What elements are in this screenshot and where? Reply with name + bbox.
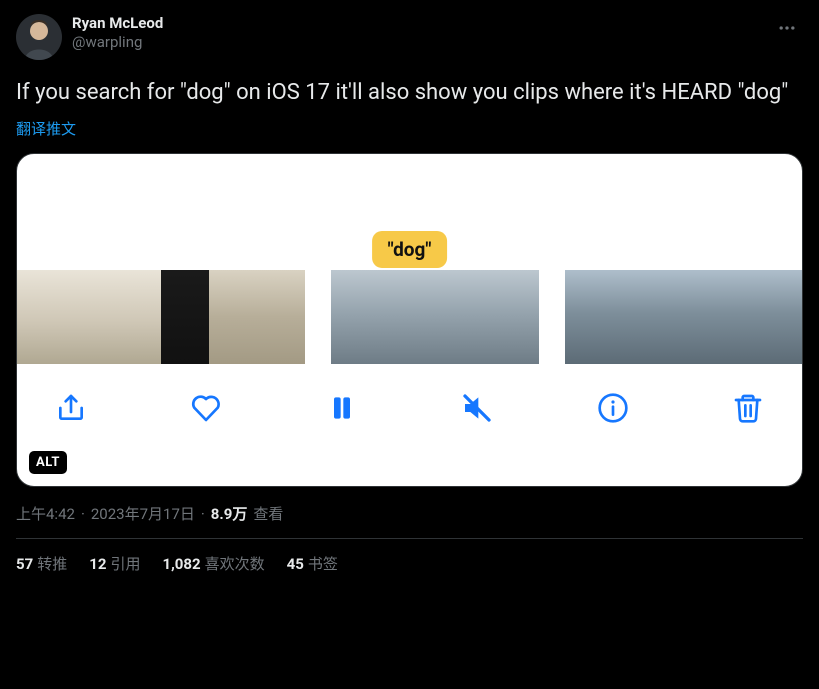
engagement-stats: 57转推 12引用 1,082 喜欢次数 45书签	[16, 539, 803, 574]
timeline-frame	[700, 270, 745, 364]
tweet-header: Ryan McLeod @warpling	[16, 14, 803, 60]
clip-group[interactable]	[17, 270, 305, 364]
timeline-frame	[745, 270, 790, 364]
handle[interactable]: @warpling	[72, 33, 761, 52]
pause-icon[interactable]	[326, 392, 358, 424]
heart-icon[interactable]	[190, 392, 222, 424]
translate-link[interactable]: 翻译推文	[16, 118, 76, 139]
views-count: 8.9万	[211, 503, 248, 524]
stat-count: 12	[89, 555, 106, 573]
stat-count: 57	[16, 555, 33, 573]
likes-stat[interactable]: 1,082 喜欢次数	[162, 553, 264, 574]
avatar[interactable]	[16, 14, 62, 60]
stat-label: 转推	[37, 555, 67, 573]
timeline-frame	[331, 270, 383, 364]
timeline-frame	[383, 270, 435, 364]
alt-badge[interactable]: ALT	[29, 451, 67, 474]
trash-icon[interactable]	[732, 392, 764, 424]
timeline-frame	[257, 270, 305, 364]
timeline-frame	[161, 270, 209, 364]
stat-count: 45	[287, 555, 304, 573]
muted-icon[interactable]	[461, 392, 493, 424]
timeline-frame	[113, 270, 161, 364]
tweet-text: If you search for "dog" on iOS 17 it'll …	[16, 78, 803, 108]
user-block: Ryan McLeod @warpling	[72, 14, 761, 52]
clip-group[interactable]	[565, 270, 802, 364]
info-icon[interactable]	[597, 392, 629, 424]
timeline-frame	[655, 270, 700, 364]
views-label: 查看	[253, 503, 283, 524]
media-attachment[interactable]: "dog"	[16, 153, 803, 487]
quotes-stat[interactable]: 12引用	[89, 553, 140, 574]
stat-label: 书签	[308, 555, 338, 573]
timeline-frame	[209, 270, 257, 364]
search-result-pill: "dog"	[372, 231, 448, 268]
more-icon[interactable]	[771, 14, 803, 47]
stat-label: 喜欢次数	[205, 555, 265, 573]
timeline-frame	[65, 270, 113, 364]
retweets-stat[interactable]: 57转推	[16, 553, 67, 574]
timeline-frame	[17, 270, 65, 364]
clip-group[interactable]	[331, 270, 539, 364]
timestamp[interactable]: 上午4:42	[16, 503, 75, 524]
timeline-frame	[435, 270, 487, 364]
timeline-frame	[610, 270, 655, 364]
separator: ·	[81, 505, 85, 523]
date[interactable]: 2023年7月17日	[91, 503, 195, 524]
tweet: Ryan McLeod @warpling If you search for …	[0, 0, 819, 574]
timeline-frame	[565, 270, 610, 364]
separator: ·	[201, 505, 205, 523]
bookmarks-stat[interactable]: 45书签	[287, 553, 338, 574]
timeline-frame	[487, 270, 539, 364]
display-name[interactable]: Ryan McLeod	[72, 14, 761, 33]
timeline-frame	[790, 270, 802, 364]
stat-label: 引用	[110, 555, 140, 573]
share-icon[interactable]	[55, 392, 87, 424]
media-toolbar	[17, 364, 802, 424]
media-top-area: "dog"	[17, 154, 802, 270]
video-timeline[interactable]	[17, 270, 802, 364]
stat-count: 1,082	[162, 555, 200, 573]
tweet-metadata: 上午4:42 · 2023年7月17日 · 8.9万 查看	[16, 503, 803, 524]
